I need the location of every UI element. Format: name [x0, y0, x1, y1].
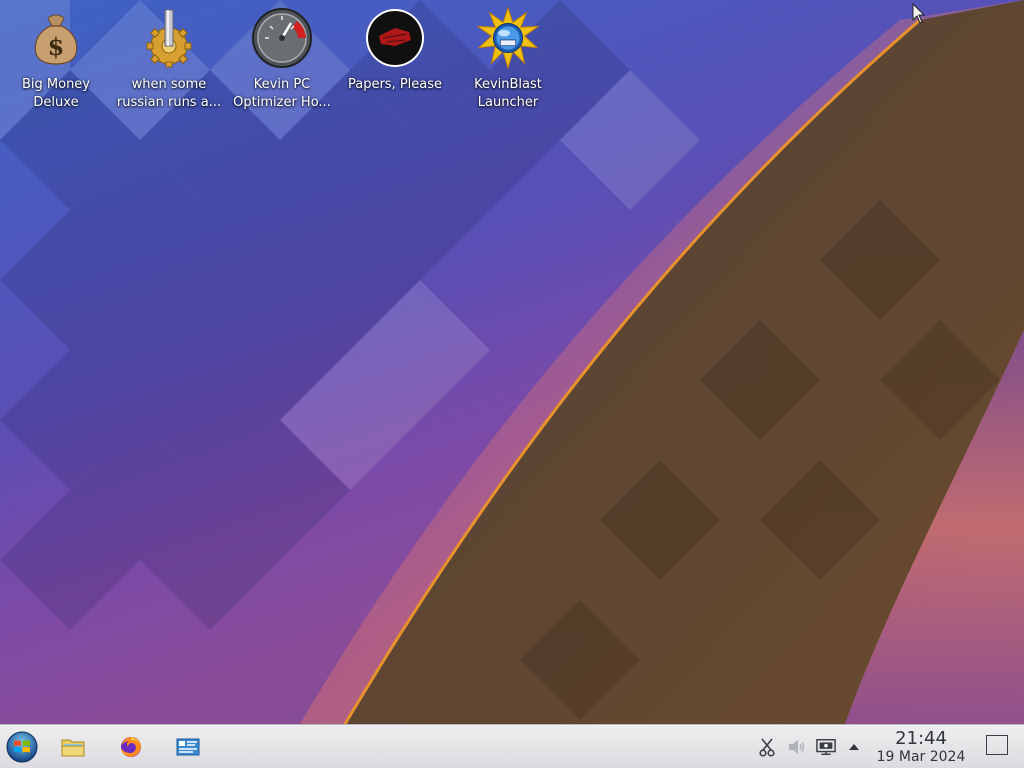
- gear-icon: [137, 6, 201, 70]
- settings-panel-icon[interactable]: [172, 731, 204, 763]
- papers-please-emblem-icon: [363, 6, 427, 70]
- show-desktop-icon[interactable]: [986, 735, 1008, 755]
- firefox-icon[interactable]: [115, 731, 147, 763]
- scissors-icon[interactable]: [757, 737, 777, 757]
- folder-icon[interactable]: [57, 731, 89, 763]
- taskbar-clock[interactable]: 21:44 19 Mar 2024: [868, 729, 974, 766]
- desktop-icon-kevin-pc-optimizer[interactable]: Kevin PC Optimizer Ho...: [226, 6, 338, 118]
- desktop-icon-label: Big Money Deluxe: [21, 77, 90, 110]
- desktop-icon-label: Kevin PC Optimizer Ho...: [233, 77, 331, 110]
- mouse-cursor-icon: [912, 2, 926, 29]
- taskbar: 21:44 19 Mar 2024: [0, 724, 1024, 768]
- monitor-icon[interactable]: [816, 737, 836, 757]
- money-bag-icon: $: [24, 6, 88, 70]
- desktop[interactable]: $ Big Money Deluxe when some russian run…: [0, 0, 1024, 724]
- speaker-icon[interactable]: [787, 737, 807, 757]
- windows-start-icon[interactable]: [6, 731, 38, 763]
- desktop-icon-big-money-deluxe[interactable]: $ Big Money Deluxe: [0, 6, 112, 118]
- desktop-icon-russian-runs[interactable]: when some russian runs a...: [113, 6, 225, 118]
- desktop-icon-papers-please[interactable]: Papers, Please: [339, 6, 451, 118]
- speedometer-icon: [250, 6, 314, 70]
- desktop-icon-label: Papers, Please: [347, 77, 443, 92]
- desktop-icon-label: when some russian runs a...: [116, 77, 222, 110]
- desktop-icon-kevinblast-launcher[interactable]: KevinBlast Launcher: [452, 6, 564, 118]
- clock-date: 19 Mar 2024: [876, 749, 966, 765]
- svg-text:$: $: [48, 32, 65, 61]
- desktop-icon-label: KevinBlast Launcher: [474, 77, 542, 110]
- starburst-globe-icon: [476, 6, 540, 70]
- caret-up-icon[interactable]: [844, 737, 864, 757]
- clock-time: 21:44: [895, 728, 947, 749]
